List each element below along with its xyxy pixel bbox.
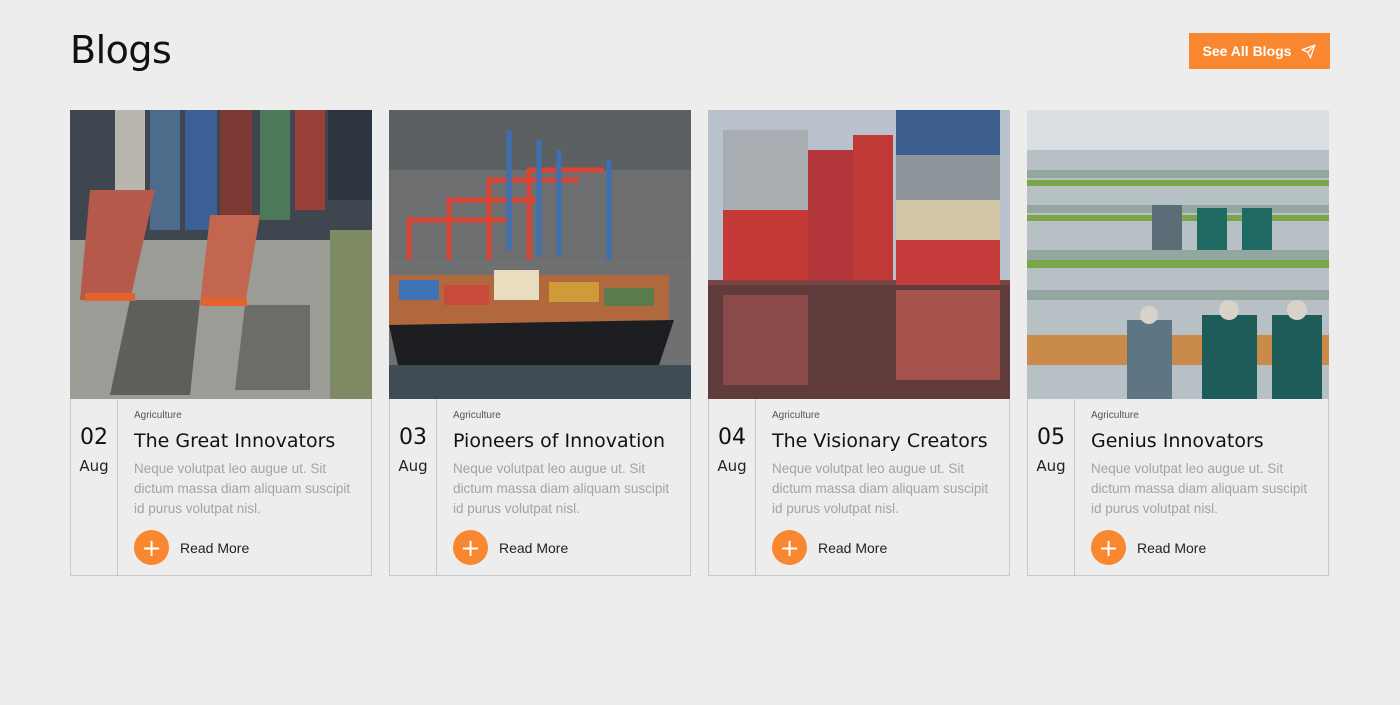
post-category[interactable]: Agriculture bbox=[134, 410, 371, 422]
post-date: 05 Aug bbox=[1028, 399, 1075, 575]
post-date-month: Aug bbox=[398, 457, 428, 475]
post-date: 03 Aug bbox=[390, 399, 437, 575]
see-all-blogs-label: See All Blogs bbox=[1202, 43, 1292, 59]
read-more-link[interactable]: + Read More bbox=[1091, 530, 1328, 565]
post-date-month: Aug bbox=[1036, 457, 1066, 475]
section-title: Blogs bbox=[70, 28, 172, 72]
post-date-day: 03 bbox=[399, 425, 427, 450]
read-more-label[interactable]: Read More bbox=[1137, 540, 1206, 556]
blog-card[interactable]: 02 Aug Agriculture The Great Innovators … bbox=[70, 110, 372, 576]
post-category[interactable]: Agriculture bbox=[453, 410, 690, 422]
food-packing-line-image[interactable] bbox=[1027, 110, 1329, 399]
plus-icon[interactable]: + bbox=[453, 530, 488, 565]
post-date-day: 04 bbox=[718, 425, 746, 450]
blog-card[interactable]: 03 Aug Agriculture Pioneers of Innovatio… bbox=[389, 110, 691, 576]
read-more-label[interactable]: Read More bbox=[818, 540, 887, 556]
post-date-month: Aug bbox=[717, 457, 747, 475]
container-yard-aerial-image[interactable] bbox=[70, 110, 372, 399]
post-title[interactable]: Genius Innovators bbox=[1091, 429, 1328, 453]
blog-card[interactable]: 05 Aug Agriculture Genius Innovators Neq… bbox=[1027, 110, 1329, 576]
read-more-link[interactable]: + Read More bbox=[134, 530, 371, 565]
read-more-label[interactable]: Read More bbox=[180, 540, 249, 556]
post-title[interactable]: The Visionary Creators bbox=[772, 429, 1009, 453]
post-title[interactable]: The Great Innovators bbox=[134, 429, 371, 453]
post-category[interactable]: Agriculture bbox=[1091, 410, 1328, 422]
read-more-link[interactable]: + Read More bbox=[772, 530, 1009, 565]
plus-icon[interactable]: + bbox=[772, 530, 807, 565]
post-category[interactable]: Agriculture bbox=[772, 410, 1009, 422]
post-date: 02 Aug bbox=[71, 399, 118, 575]
post-date-day: 05 bbox=[1037, 425, 1065, 450]
stacked-containers-reflection-image[interactable] bbox=[708, 110, 1010, 399]
read-more-link[interactable]: + Read More bbox=[453, 530, 690, 565]
post-excerpt: Neque volutpat leo augue ut. Sit dictum … bbox=[1091, 461, 1308, 516]
blogs-section: Blogs See All Blogs 02 Aug Agriculture T… bbox=[0, 0, 1400, 705]
post-date: 04 Aug bbox=[709, 399, 756, 575]
paper-plane-icon bbox=[1302, 44, 1316, 58]
blog-card-list: 02 Aug Agriculture The Great Innovators … bbox=[70, 110, 1329, 576]
post-title[interactable]: Pioneers of Innovation bbox=[453, 429, 690, 453]
blog-card[interactable]: 04 Aug Agriculture The Visionary Creator… bbox=[708, 110, 1010, 576]
read-more-label[interactable]: Read More bbox=[499, 540, 568, 556]
cargo-ship-cranes-image[interactable] bbox=[389, 110, 691, 399]
see-all-blogs-button[interactable]: See All Blogs bbox=[1189, 33, 1330, 69]
plus-icon[interactable]: + bbox=[1091, 530, 1126, 565]
plus-icon[interactable]: + bbox=[134, 530, 169, 565]
post-excerpt: Neque volutpat leo augue ut. Sit dictum … bbox=[453, 461, 670, 516]
post-date-month: Aug bbox=[79, 457, 109, 475]
post-excerpt: Neque volutpat leo augue ut. Sit dictum … bbox=[134, 461, 351, 516]
post-date-day: 02 bbox=[80, 425, 108, 450]
post-excerpt: Neque volutpat leo augue ut. Sit dictum … bbox=[772, 461, 989, 516]
